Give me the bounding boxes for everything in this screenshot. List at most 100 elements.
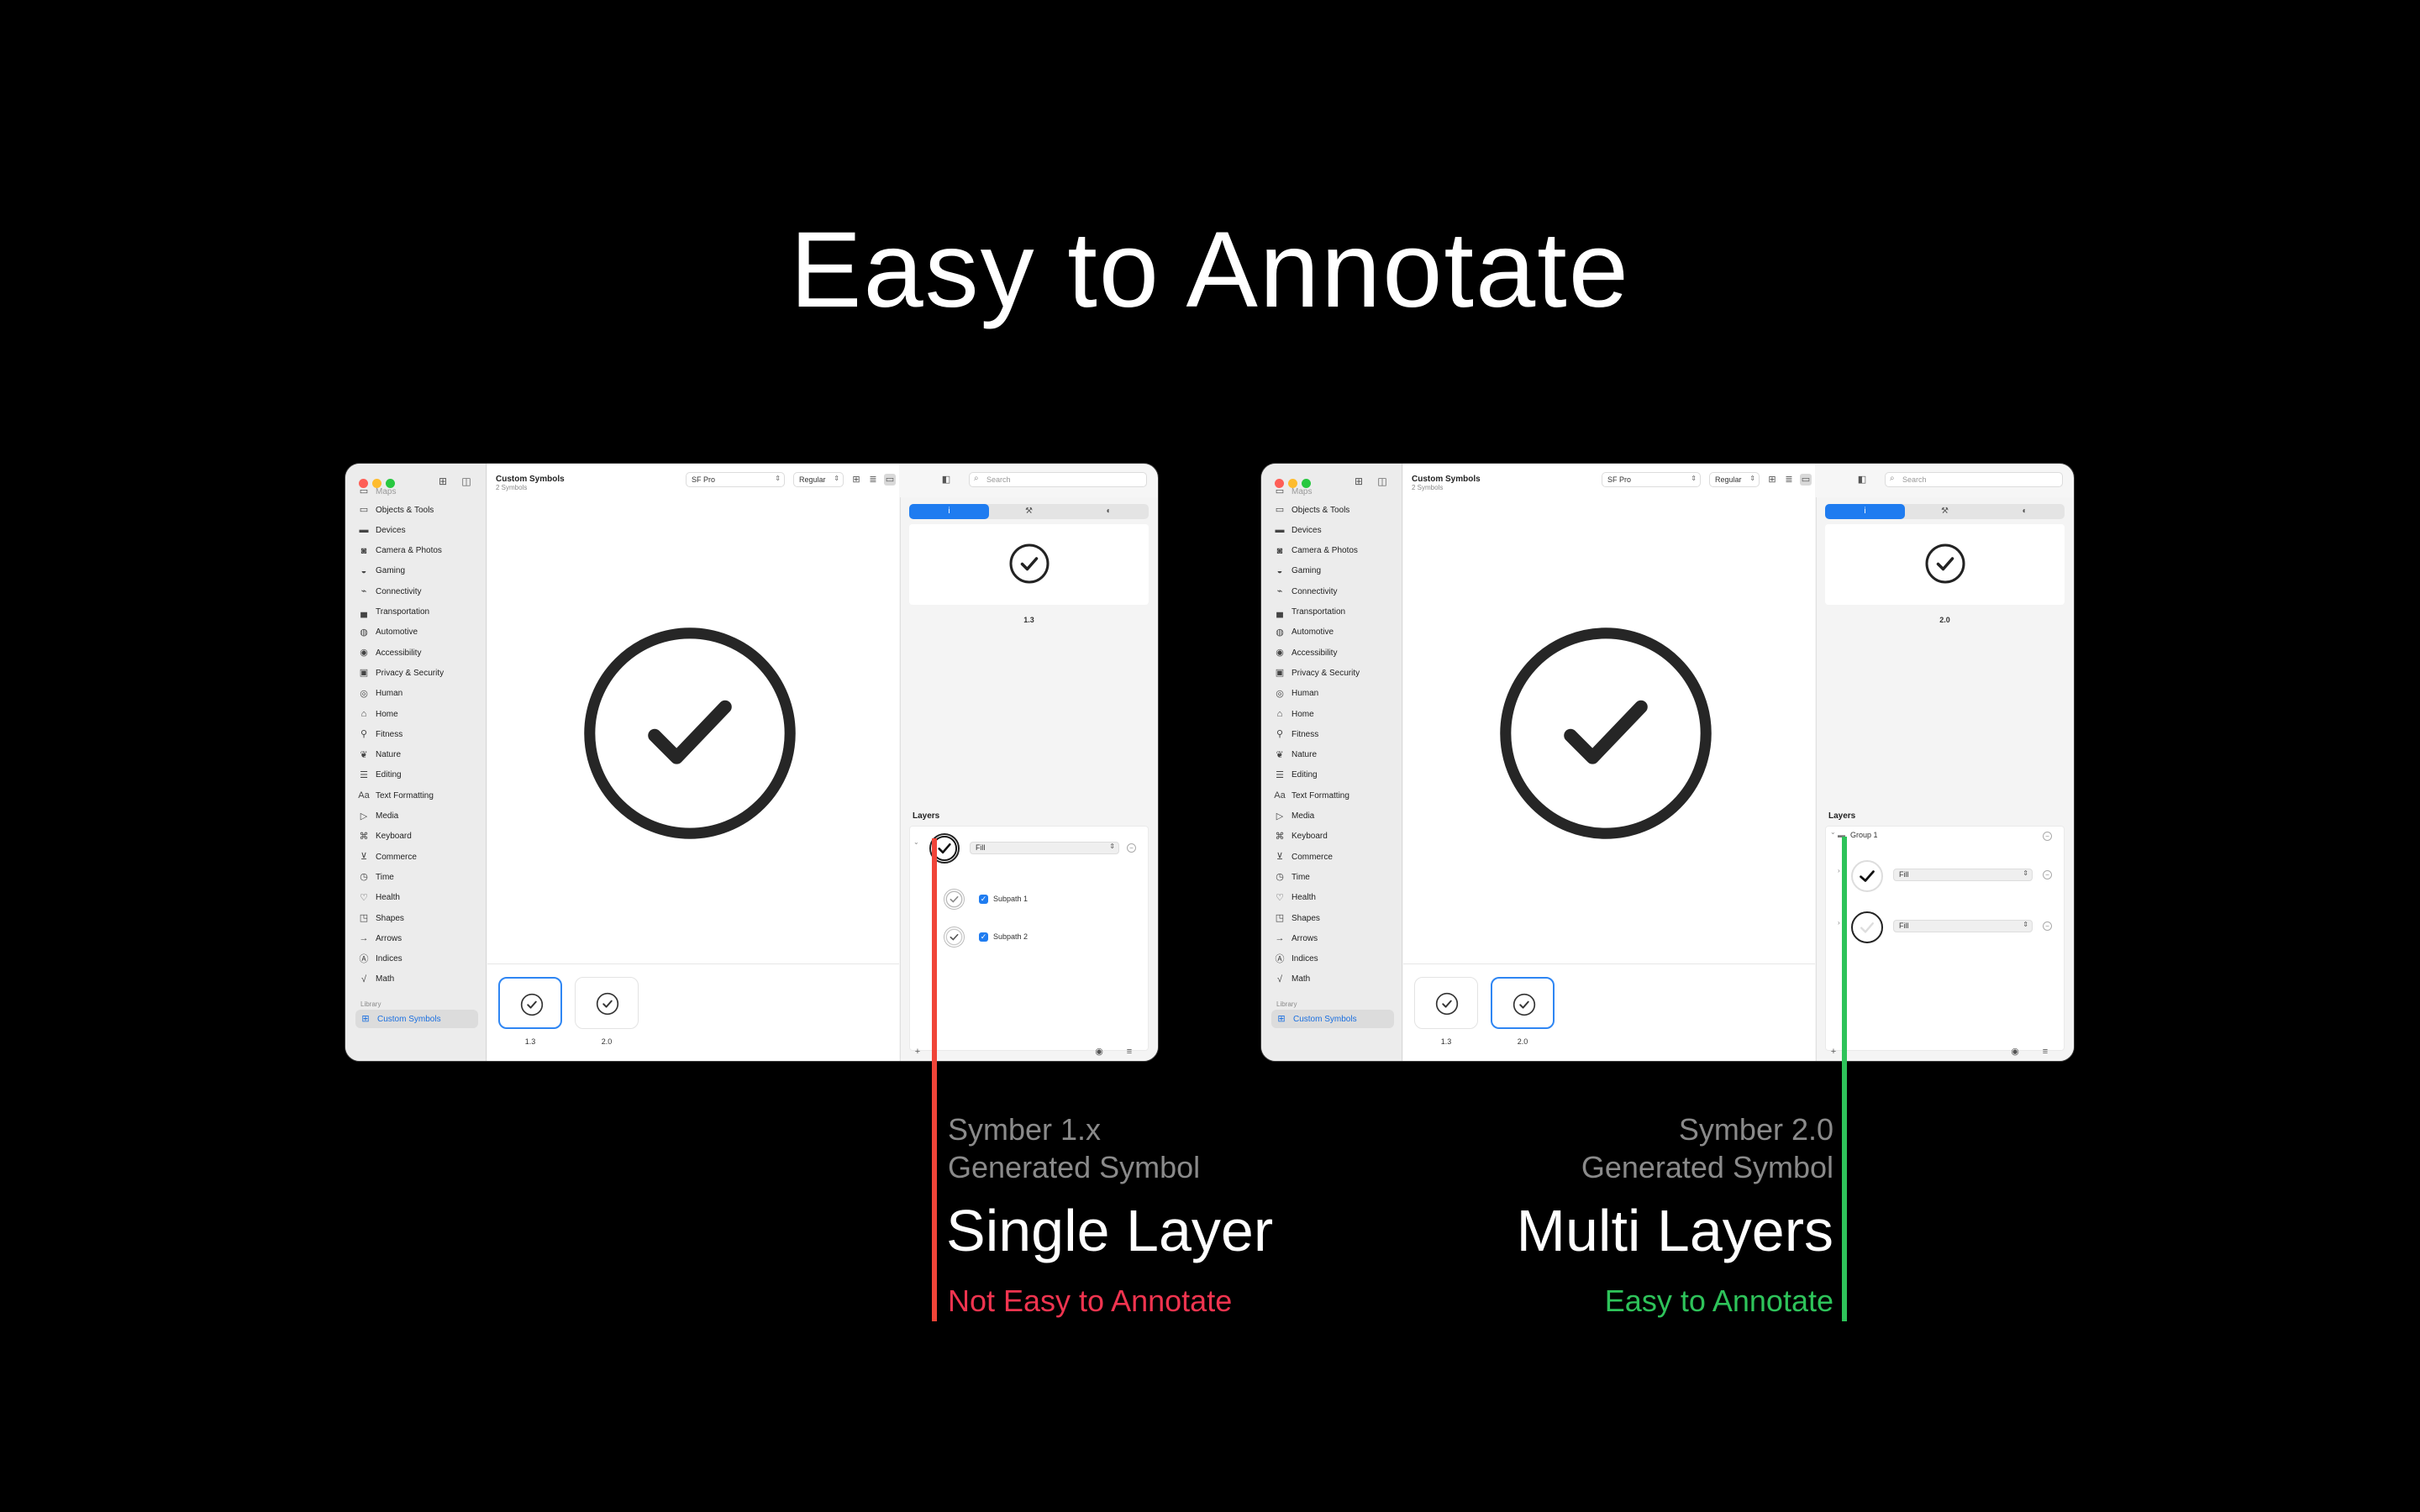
menu-icon[interactable]: ≡ bbox=[1123, 1046, 1136, 1058]
sidebar-item-objects-tools[interactable]: ▭ Objects & Tools bbox=[357, 501, 480, 519]
sidebar-item-commerce[interactable]: ⊻ Commerce bbox=[357, 848, 480, 866]
sidebar-item-indices[interactable]: Ⓐ Indices bbox=[1273, 950, 1396, 969]
sidebar-item-math[interactable]: √ Math bbox=[357, 970, 480, 989]
sidebar-item-privacy-security[interactable]: ▣ Privacy & Security bbox=[1273, 664, 1396, 682]
inspector-toggle-icon[interactable]: ◧ bbox=[1856, 474, 1868, 486]
sidebar-item-arrows[interactable]: → Arrows bbox=[357, 929, 480, 948]
symbol-thumbnail[interactable] bbox=[1414, 977, 1478, 1029]
sidebar-item-fitness[interactable]: ⚲ Fitness bbox=[357, 725, 480, 743]
sidebar-item-indices[interactable]: Ⓐ Indices bbox=[357, 950, 480, 969]
inspector-toggle-icon[interactable]: ◧ bbox=[940, 474, 952, 486]
tab-edit[interactable]: ⚒ bbox=[989, 504, 1069, 519]
sidebar-item-editing[interactable]: ☰ Editing bbox=[357, 766, 480, 785]
sidebar-item-health[interactable]: ♡ Health bbox=[1273, 889, 1396, 907]
list-view-icon[interactable]: ≣ bbox=[867, 474, 879, 486]
sidebar-item-nature[interactable]: ❦ Nature bbox=[1273, 746, 1396, 764]
sidebar-item-editing[interactable]: ☰ Editing bbox=[1273, 766, 1396, 785]
weight-select[interactable]: Regular ⇕ bbox=[793, 472, 844, 487]
remove-layer-button[interactable]: − bbox=[1127, 843, 1136, 853]
remove-group-button[interactable]: − bbox=[2043, 832, 2052, 841]
fill-mode-select[interactable]: Fill ⇕ bbox=[1893, 920, 2033, 932]
sidebar-item-automotive[interactable]: ◍ Automotive bbox=[1273, 623, 1396, 642]
sidebar-item-connectivity[interactable]: ⌁ Connectivity bbox=[357, 582, 480, 601]
symbol-thumbnail[interactable] bbox=[1491, 977, 1555, 1029]
font-select[interactable]: SF Pro ⇕ bbox=[686, 472, 785, 487]
sidebar-item-human[interactable]: ◎ Human bbox=[357, 685, 480, 703]
sidebar-item-commerce[interactable]: ⊻ Commerce bbox=[1273, 848, 1396, 866]
tab-info[interactable]: i bbox=[909, 504, 989, 519]
sidebar-item-arrows[interactable]: → Arrows bbox=[1273, 929, 1396, 948]
remove-layer-button[interactable]: − bbox=[2043, 921, 2052, 931]
sidebar-item-home[interactable]: ⌂ Home bbox=[1273, 705, 1396, 723]
sidebar-item-media[interactable]: ▷ Media bbox=[1273, 807, 1396, 826]
chevron-down-icon[interactable]: ⌄ bbox=[913, 838, 919, 846]
chevron-right-icon[interactable]: › bbox=[1838, 867, 1840, 874]
sidebar-item-devices[interactable]: ▬ Devices bbox=[357, 521, 480, 539]
sidebar-item-time[interactable]: ◷ Time bbox=[1273, 868, 1396, 886]
symbol-thumbnail[interactable] bbox=[498, 977, 562, 1029]
list-view-icon[interactable]: ≣ bbox=[1783, 474, 1795, 486]
remove-layer-button[interactable]: − bbox=[2043, 870, 2052, 879]
sidebar-item-maps[interactable]: ▭ Maps bbox=[1273, 482, 1396, 501]
subpath-thumbnail[interactable] bbox=[944, 889, 965, 910]
sidebar-item-gaming[interactable]: ◒ Gaming bbox=[1273, 562, 1396, 580]
layers-icon[interactable]: ◉ bbox=[2008, 1046, 2022, 1058]
layer-thumbnail[interactable] bbox=[1851, 860, 1883, 892]
weight-select[interactable]: Regular ⇕ bbox=[1709, 472, 1760, 487]
fill-mode-select[interactable]: Fill ⇕ bbox=[970, 842, 1119, 854]
sidebar-item-accessibility[interactable]: ◉ Accessibility bbox=[357, 643, 480, 662]
sidebar-item-connectivity[interactable]: ⌁ Connectivity bbox=[1273, 582, 1396, 601]
fill-mode-select[interactable]: Fill ⇕ bbox=[1893, 869, 2033, 881]
sidebar-item-media[interactable]: ▷ Media bbox=[357, 807, 480, 826]
subpath-visible-checkbox[interactable]: ✓ bbox=[979, 932, 988, 942]
tab-more[interactable]: ◐ bbox=[1985, 504, 2065, 519]
sidebar-item-nature[interactable]: ❦ Nature bbox=[357, 746, 480, 764]
tab-info[interactable]: i bbox=[1825, 504, 1905, 519]
chevron-down-icon[interactable]: ⌄ bbox=[1830, 828, 1836, 836]
sidebar-item-text-formatting[interactable]: Aa Text Formatting bbox=[357, 786, 480, 805]
sidebar-item-math[interactable]: √ Math bbox=[1273, 970, 1396, 989]
sidebar-item-transportation[interactable]: ▄ Transportation bbox=[1273, 603, 1396, 622]
gallery-view-icon[interactable]: ▭ bbox=[884, 474, 896, 486]
sidebar-item-automotive[interactable]: ◍ Automotive bbox=[357, 623, 480, 642]
menu-icon[interactable]: ≡ bbox=[2039, 1046, 2052, 1058]
chevron-right-icon[interactable]: › bbox=[1838, 919, 1840, 927]
sidebar-item-transportation[interactable]: ▄ Transportation bbox=[357, 603, 480, 622]
sidebar-item-accessibility[interactable]: ◉ Accessibility bbox=[1273, 643, 1396, 662]
subpath-visible-checkbox[interactable]: ✓ bbox=[979, 895, 988, 904]
layer-thumbnail[interactable] bbox=[1851, 911, 1883, 943]
inspector-tabs: i ⚒ ◐ bbox=[909, 504, 1149, 519]
sidebar-item-shapes[interactable]: ◳ Shapes bbox=[1273, 909, 1396, 927]
sidebar-item-privacy-security[interactable]: ▣ Privacy & Security bbox=[357, 664, 480, 682]
layers-icon[interactable]: ◉ bbox=[1092, 1046, 1106, 1058]
search-input[interactable]: ⌕ Search bbox=[1885, 472, 2063, 487]
gallery-view-icon[interactable]: ▭ bbox=[1800, 474, 1812, 486]
sidebar-item-camera-photos[interactable]: ◙ Camera & Photos bbox=[357, 542, 480, 560]
add-layer-button[interactable]: + bbox=[911, 1046, 924, 1058]
sidebar-item-custom-symbols[interactable]: ⊞ Custom Symbols bbox=[1271, 1010, 1394, 1028]
sidebar-item-camera-photos[interactable]: ◙ Camera & Photos bbox=[1273, 542, 1396, 560]
sidebar-item-home[interactable]: ⌂ Home bbox=[357, 705, 480, 723]
sidebar-item-shapes[interactable]: ◳ Shapes bbox=[357, 909, 480, 927]
font-select[interactable]: SF Pro ⇕ bbox=[1602, 472, 1701, 487]
grid-view-icon[interactable]: ⊞ bbox=[850, 474, 862, 486]
sidebar-item-time[interactable]: ◷ Time bbox=[357, 868, 480, 886]
sidebar-item-fitness[interactable]: ⚲ Fitness bbox=[1273, 725, 1396, 743]
sidebar-item-text-formatting[interactable]: Aa Text Formatting bbox=[1273, 786, 1396, 805]
subpath-thumbnail[interactable] bbox=[944, 927, 965, 948]
add-layer-button[interactable]: + bbox=[1827, 1046, 1840, 1058]
sidebar-item-gaming[interactable]: ◒ Gaming bbox=[357, 562, 480, 580]
symbol-thumbnail[interactable] bbox=[575, 977, 639, 1029]
search-input[interactable]: ⌕ Search bbox=[969, 472, 1147, 487]
sidebar-item-devices[interactable]: ▬ Devices bbox=[1273, 521, 1396, 539]
sidebar-item-custom-symbols[interactable]: ⊞ Custom Symbols bbox=[355, 1010, 478, 1028]
sidebar-item-human[interactable]: ◎ Human bbox=[1273, 685, 1396, 703]
sidebar-item-keyboard[interactable]: ⌘ Keyboard bbox=[357, 827, 480, 846]
tab-edit[interactable]: ⚒ bbox=[1905, 504, 1985, 519]
sidebar-item-keyboard[interactable]: ⌘ Keyboard bbox=[1273, 827, 1396, 846]
sidebar-item-objects-tools[interactable]: ▭ Objects & Tools bbox=[1273, 501, 1396, 519]
sidebar-item-maps[interactable]: ▭ Maps bbox=[357, 482, 480, 501]
grid-view-icon[interactable]: ⊞ bbox=[1766, 474, 1778, 486]
sidebar-item-health[interactable]: ♡ Health bbox=[357, 889, 480, 907]
tab-more[interactable]: ◐ bbox=[1069, 504, 1149, 519]
